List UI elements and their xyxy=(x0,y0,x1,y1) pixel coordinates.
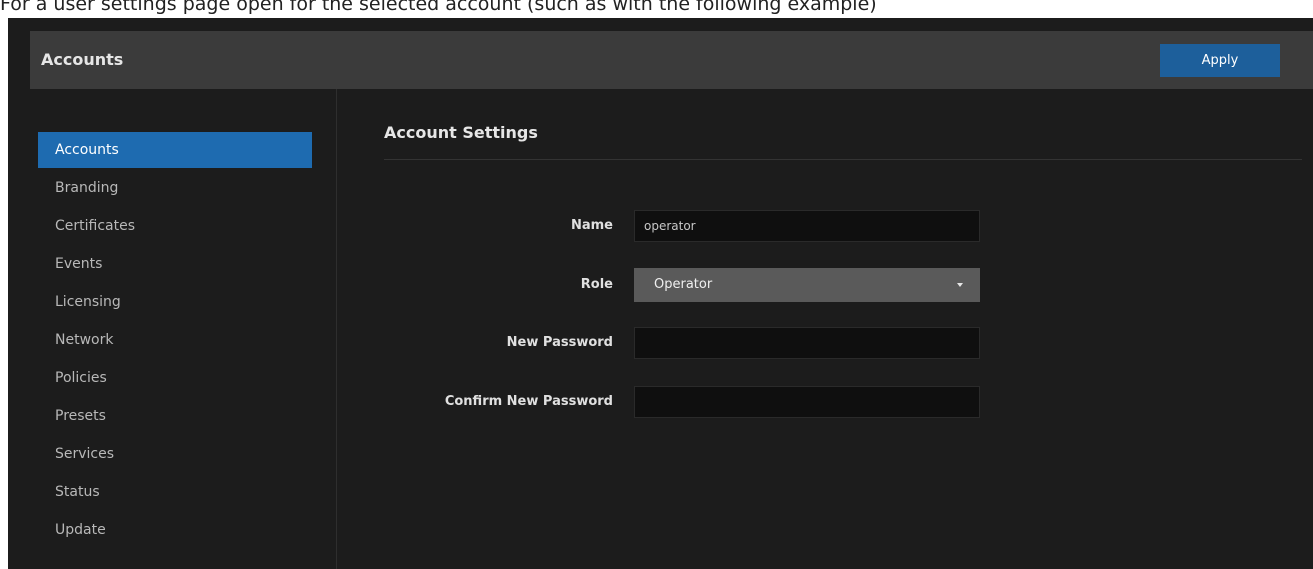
confirm-password-input[interactable] xyxy=(634,386,980,418)
app-window: Accounts Apply Accounts Branding Certifi… xyxy=(8,18,1313,569)
sidebar-item-accounts[interactable]: Accounts xyxy=(38,132,312,168)
sidebar-item-licensing[interactable]: Licensing xyxy=(38,284,312,320)
section-divider xyxy=(384,159,1302,160)
caret-down-icon xyxy=(957,283,963,287)
sidebar-item-services[interactable]: Services xyxy=(38,436,312,472)
sidebar-item-certificates[interactable]: Certificates xyxy=(38,208,312,244)
sidebar-item-events[interactable]: Events xyxy=(38,246,312,282)
page-title: Accounts xyxy=(41,50,124,69)
main-content: Account Settings Name Role Operator New … xyxy=(337,89,1313,569)
new-password-input[interactable] xyxy=(634,327,980,359)
confirm-password-label: Confirm New Password xyxy=(444,394,613,409)
page-caption: For a user settings page open for the se… xyxy=(0,0,877,15)
new-password-label: New Password xyxy=(506,335,613,350)
name-input[interactable] xyxy=(634,210,980,242)
name-label: Name xyxy=(570,218,613,233)
apply-button[interactable]: Apply xyxy=(1160,44,1280,77)
role-select-value: Operator xyxy=(654,277,713,292)
role-label: Role xyxy=(580,277,613,292)
sidebar-item-update[interactable]: Update xyxy=(38,512,312,548)
role-select[interactable]: Operator xyxy=(634,268,980,302)
sidebar-item-policies[interactable]: Policies xyxy=(38,360,312,396)
sidebar-item-presets[interactable]: Presets xyxy=(38,398,312,434)
sidebar-item-status[interactable]: Status xyxy=(38,474,312,510)
sidebar-nav: Accounts Branding Certificates Events Li… xyxy=(8,89,337,569)
sidebar-item-network[interactable]: Network xyxy=(38,322,312,358)
section-title: Account Settings xyxy=(384,123,538,142)
page-header: Accounts Apply xyxy=(30,31,1313,89)
sidebar-item-branding[interactable]: Branding xyxy=(38,170,312,206)
